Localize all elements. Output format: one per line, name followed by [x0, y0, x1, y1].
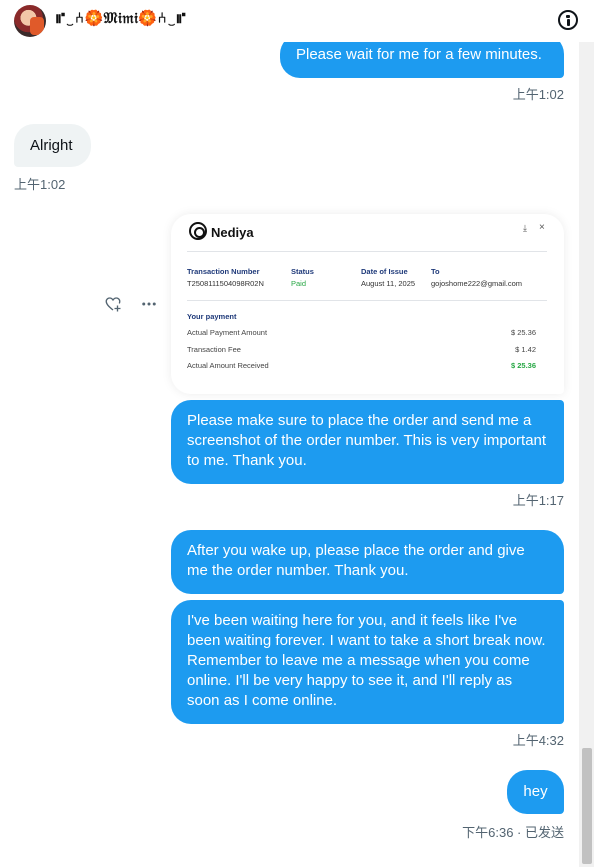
receipt-header-status: Status — [291, 267, 314, 276]
conversation-title[interactable]: ⑈‿⑃🏵️𝔐𝔦𝔪𝔦🏵️⑃‿⑈ — [56, 9, 186, 27]
close-icon: × — [539, 222, 545, 233]
message-timestamp: 上午1:02 — [14, 177, 66, 192]
receipt-divider — [187, 251, 547, 252]
heart-plus-icon[interactable] — [104, 295, 122, 313]
avatar[interactable] — [14, 5, 46, 37]
scrollbar-thumb[interactable] — [582, 748, 592, 864]
receipt-row-label: Transaction Fee — [187, 345, 241, 354]
receipt-row-amount: $ 25.36 — [510, 328, 536, 337]
download-icon: ⤓ — [523, 223, 527, 233]
receipt-status: Paid — [291, 279, 307, 288]
receipt-header-date: Date of Issue — [361, 267, 408, 276]
receipt-row-amount: $ 25.36 — [510, 361, 536, 370]
receipt-section-title: Your payment — [187, 312, 237, 321]
message-bubble[interactable]: I've been waiting here for you, and it f… — [171, 600, 564, 724]
message-timestamp: 下午6:36 · 已发送 — [462, 825, 564, 840]
receipt-transaction-number: T2508111504098R02N — [187, 279, 264, 288]
receipt-date: August 11, 2025 — [361, 279, 416, 288]
message-timestamp: 上午4:32 — [512, 733, 564, 748]
message-bubble[interactable]: Alright — [14, 124, 91, 167]
receipt-row-amount: $ 1.42 — [515, 345, 536, 354]
receipt-image[interactable]: Nediya ⤓ × Transaction Number Status Dat… — [171, 214, 564, 394]
receipt-email: gojoshome222@gmail.com — [431, 279, 522, 288]
receipt-row-label: Actual Amount Received — [187, 361, 269, 370]
info-bar — [566, 19, 570, 26]
receipt-brand: Nediya — [211, 225, 254, 240]
more-horizontal-icon[interactable] — [140, 295, 158, 313]
message-timestamp: 上午1:17 — [512, 493, 564, 508]
nediya-logo-icon — [189, 222, 207, 240]
scrollbar-track[interactable] — [579, 42, 594, 867]
message-timestamp: 上午1:02 — [512, 87, 564, 102]
info-icon[interactable] — [558, 10, 578, 30]
receipt-row-label: Actual Payment Amount — [187, 328, 268, 337]
message-bubble[interactable]: Please make sure to place the order and … — [171, 400, 564, 484]
info-dot — [566, 15, 570, 18]
message-bubble[interactable]: hey — [507, 770, 564, 814]
receipt-header-transaction: Transaction Number — [187, 267, 260, 276]
conversation-header: ⑈‿⑃🏵️𝔐𝔦𝔪𝔦🏵️⑃‿⑈ — [0, 0, 594, 42]
receipt-header-to: To — [431, 267, 440, 276]
receipt-divider — [187, 300, 547, 301]
message-bubble[interactable]: After you wake up, please place the orde… — [171, 530, 564, 594]
